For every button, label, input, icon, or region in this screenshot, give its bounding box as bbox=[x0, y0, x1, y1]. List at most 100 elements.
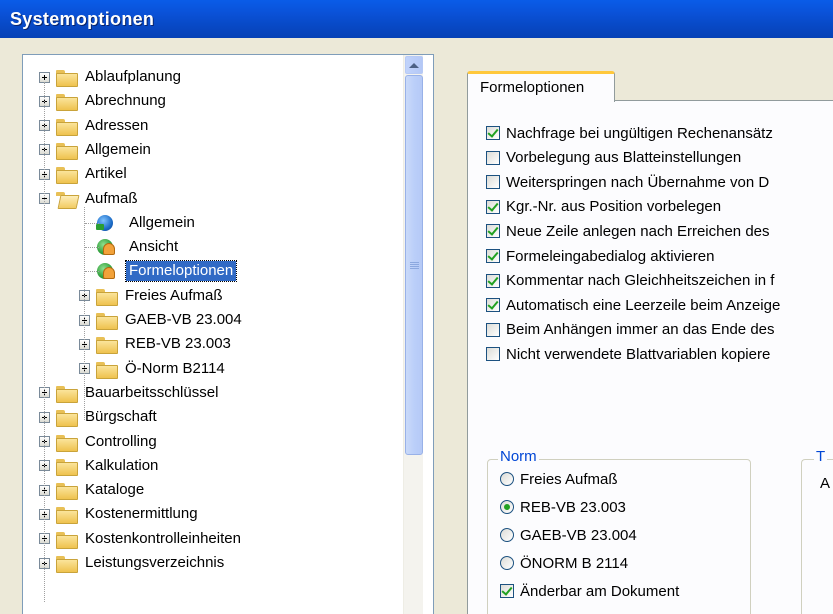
tree-item-label: Allgemein bbox=[85, 140, 151, 158]
arrow-up-icon bbox=[409, 62, 419, 68]
open-folder-icon bbox=[56, 191, 76, 207]
tree-item[interactable]: Ablaufplanung bbox=[39, 65, 184, 89]
tree-item[interactable]: Artikel bbox=[39, 162, 130, 186]
tree-item[interactable]: Kataloge bbox=[39, 478, 147, 502]
tree-item[interactable]: Adressen bbox=[39, 114, 151, 138]
tree-item[interactable]: Kalkulation bbox=[39, 454, 161, 478]
radio-button[interactable] bbox=[500, 556, 514, 570]
folder-icon bbox=[56, 69, 78, 87]
tree-item[interactable]: Kostenermittlung bbox=[39, 502, 201, 526]
option-checkbox[interactable] bbox=[486, 273, 500, 288]
editable-checkbox[interactable] bbox=[500, 584, 514, 598]
folder-icon bbox=[56, 385, 78, 403]
tree-item-label: Bauarbeitsschlüssel bbox=[85, 383, 219, 401]
editable-checkbox-row[interactable]: Änderbar am Dokument bbox=[500, 581, 679, 601]
norm-legend: Norm bbox=[498, 448, 539, 465]
tree-item[interactable]: Aufmaß bbox=[39, 187, 141, 211]
norm-radio-option[interactable]: GAEB-VB 23.004 bbox=[500, 525, 637, 545]
scroll-thumb[interactable] bbox=[405, 75, 423, 455]
tree-item-label: Bürgschaft bbox=[85, 408, 157, 426]
norm-radio-option[interactable]: REB-VB 23.003 bbox=[500, 497, 626, 517]
tree-item[interactable]: Abrechnung bbox=[39, 89, 169, 113]
option-label: Neue Zeile anlegen nach Erreichen des bbox=[506, 222, 770, 240]
option-checkbox-row[interactable]: Nachfrage bei ungültigen Rechenansätz bbox=[486, 123, 773, 143]
t-group-text: A bbox=[820, 475, 831, 492]
folder-icon bbox=[96, 312, 118, 330]
option-checkbox[interactable] bbox=[486, 199, 500, 214]
option-checkbox-row[interactable]: Beim Anhängen immer an das Ende des bbox=[486, 320, 775, 340]
option-checkbox[interactable] bbox=[486, 150, 500, 165]
tree-item[interactable]: Allgemein bbox=[39, 138, 154, 162]
tree-item[interactable]: Freies Aufmaß bbox=[79, 284, 226, 308]
tree-item[interactable]: Ö-Norm B2114 bbox=[79, 357, 228, 381]
folder-icon bbox=[56, 506, 78, 525]
tree-scrollbar[interactable] bbox=[403, 55, 423, 614]
tree-item[interactable]: Bauarbeitsschlüssel bbox=[39, 381, 221, 405]
option-checkbox-row[interactable]: Nicht verwendete Blattvariablen kopiere bbox=[486, 344, 770, 364]
tree-item-label: Artikel bbox=[85, 165, 127, 183]
radio-label: REB-VB 23.003 bbox=[520, 498, 626, 516]
tree-item-label: Aufmaß bbox=[85, 189, 138, 207]
option-label: Formeleingabedialog aktivieren bbox=[506, 247, 715, 265]
t-legend: T bbox=[814, 448, 828, 465]
tree-connector-line bbox=[85, 271, 99, 273]
option-label: Vorbelegung aus Blatteinstellungen bbox=[506, 149, 742, 167]
option-label: Kommentar nach Gleichheitszeichen in f bbox=[506, 272, 775, 290]
option-checkbox[interactable] bbox=[486, 322, 500, 337]
folder-icon bbox=[96, 361, 118, 379]
window-title: Systemoptionen bbox=[10, 9, 155, 29]
tree-item-label: Formeloptionen bbox=[124, 260, 238, 283]
tree-item[interactable]: Controlling bbox=[39, 430, 160, 454]
radio-button[interactable] bbox=[500, 500, 514, 514]
option-checkbox[interactable] bbox=[486, 126, 500, 140]
tree-item[interactable]: Leistungsverzeichnis bbox=[39, 551, 227, 575]
option-checkbox[interactable] bbox=[486, 249, 500, 263]
user-settings-icon bbox=[96, 262, 116, 280]
option-checkbox-row[interactable]: Weiterspringen nach Übernahme von D bbox=[486, 172, 769, 192]
tree-item-label: Adressen bbox=[85, 116, 149, 134]
tree-item-label: Leistungsverzeichnis bbox=[85, 554, 225, 571]
tree-connector-line bbox=[84, 207, 85, 420]
window-titlebar[interactable]: Systemoptionen bbox=[0, 0, 833, 38]
expand-icon[interactable] bbox=[39, 71, 50, 83]
tree-item[interactable]: Formeloptionen bbox=[79, 259, 238, 283]
folder-icon bbox=[56, 166, 78, 185]
editable-label: Änderbar am Dokument bbox=[520, 582, 680, 600]
tree-item-label: REB-VB 23.003 bbox=[125, 335, 231, 353]
option-checkbox-row[interactable]: Automatisch eine Leerzeile beim Anzeige bbox=[486, 295, 780, 315]
option-checkbox[interactable] bbox=[486, 175, 500, 190]
radio-label: GAEB-VB 23.004 bbox=[520, 526, 637, 544]
option-checkbox[interactable] bbox=[486, 224, 500, 239]
tree-item-label: GAEB-VB 23.004 bbox=[125, 311, 242, 328]
norm-radio-option[interactable]: ÖNORM B 2114 bbox=[500, 553, 628, 573]
tree-item[interactable]: Bürgschaft bbox=[39, 405, 160, 429]
tree-item[interactable]: Kostenkontrolleinheiten bbox=[39, 527, 244, 551]
option-checkbox-row[interactable]: Neue Zeile anlegen nach Erreichen des bbox=[486, 221, 770, 241]
folder-icon bbox=[56, 555, 78, 573]
radio-label: ÖNORM B 2114 bbox=[520, 554, 629, 572]
option-label: Nachfrage bei ungültigen Rechenansätz bbox=[506, 124, 773, 142]
folder-icon bbox=[56, 482, 78, 501]
option-checkbox-row[interactable]: Vorbelegung aus Blatteinstellungen bbox=[486, 148, 741, 168]
tab-formeloptionen[interactable]: Formeloptionen bbox=[467, 71, 615, 102]
folder-icon bbox=[56, 458, 78, 476]
tree-item[interactable]: GAEB-VB 23.004 bbox=[79, 308, 245, 332]
scroll-up-button[interactable] bbox=[405, 56, 423, 74]
radio-label: Freies Aufmaß bbox=[520, 470, 618, 488]
radio-button[interactable] bbox=[500, 472, 514, 486]
option-checkbox[interactable] bbox=[486, 298, 500, 313]
tree-connector-line bbox=[85, 247, 99, 249]
option-checkbox-row[interactable]: Kommentar nach Gleichheitszeichen in f bbox=[486, 271, 774, 291]
folder-icon bbox=[96, 336, 118, 355]
option-checkbox[interactable] bbox=[486, 347, 500, 362]
option-checkbox-row[interactable]: Formeleingabedialog aktivieren bbox=[486, 246, 714, 266]
tree-item[interactable]: REB-VB 23.003 bbox=[79, 332, 234, 356]
norm-radio-option[interactable]: Freies Aufmaß bbox=[500, 469, 618, 489]
option-label: Nicht verwendete Blattvariablen kopiere bbox=[506, 345, 771, 363]
folder-icon bbox=[56, 118, 78, 136]
options-tree[interactable]: Ablaufplanung Abrechnung Adressen Allgemein… bbox=[22, 54, 434, 614]
radio-button[interactable] bbox=[500, 528, 514, 542]
option-checkbox-row[interactable]: Kgr.-Nr. aus Position vorbelegen bbox=[486, 197, 721, 217]
tree-item-label: Allgemein bbox=[129, 213, 195, 231]
folder-icon bbox=[56, 93, 78, 112]
